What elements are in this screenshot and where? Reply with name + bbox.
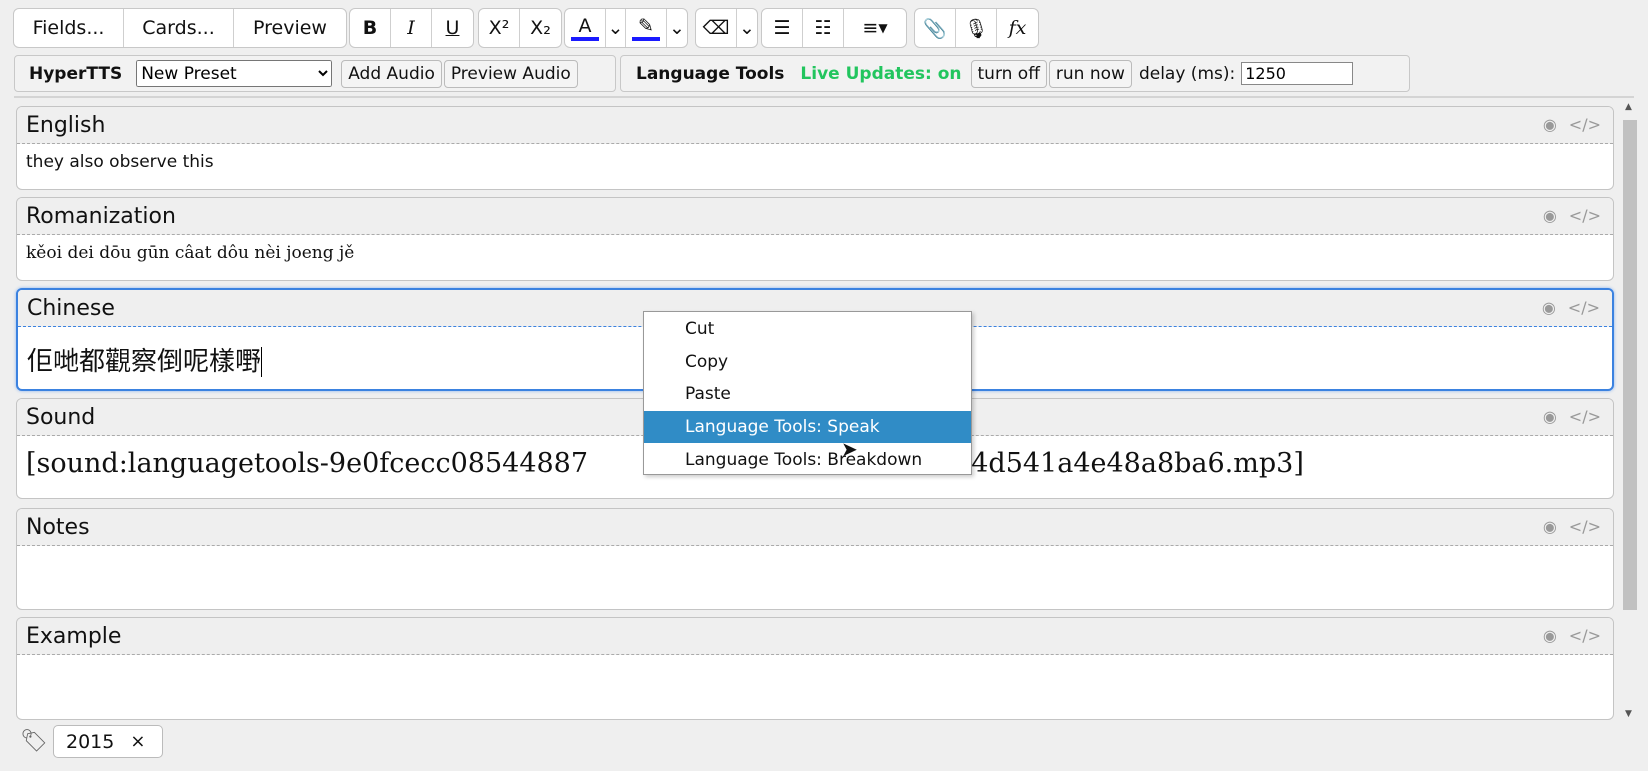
hypertts-bar: HyperTTS New Preset Add Audio Preview Au… bbox=[14, 55, 616, 92]
field-value[interactable]: kěoi dei dōu gūn câat dôu nèi joeng jě bbox=[17, 235, 1613, 271]
code-icon[interactable]: </> bbox=[1569, 206, 1601, 225]
live-updates-status: Live Updates: on bbox=[800, 63, 962, 84]
microphone-icon[interactable]: 🎙 bbox=[956, 9, 997, 47]
paperclip-icon[interactable]: 📎 bbox=[915, 9, 956, 47]
format-buttons: B I U bbox=[349, 8, 474, 48]
menu-item-language-tools-breakdown[interactable]: Language Tools: Breakdown bbox=[644, 443, 971, 476]
code-icon[interactable]: </> bbox=[1569, 517, 1601, 536]
chevron-down-icon[interactable]: ⌄ bbox=[737, 9, 757, 47]
scroll-down-icon[interactable]: ▼ bbox=[1625, 709, 1632, 719]
bullet-list-icon[interactable]: ☰ bbox=[762, 9, 803, 47]
language-tools-bar: Language Tools Live Updates: on turn off… bbox=[620, 55, 1410, 92]
eye-icon[interactable]: ◉ bbox=[1543, 626, 1557, 645]
scroll-up-icon[interactable]: ▲ bbox=[1625, 102, 1632, 112]
field-label: Romanization bbox=[26, 203, 176, 229]
field-notes[interactable]: Notes ◉ </> bbox=[16, 508, 1614, 610]
text-color-button[interactable]: A bbox=[565, 9, 606, 47]
menu-item-language-tools-speak[interactable]: Language Tools: Speak bbox=[644, 410, 971, 444]
eraser-group: ⌫ ⌄ bbox=[695, 8, 758, 48]
mouse-cursor-icon: ➤ bbox=[841, 437, 858, 461]
superscript-button[interactable]: X² bbox=[479, 9, 520, 47]
code-icon[interactable]: </> bbox=[1569, 626, 1601, 645]
tag-icon: 🏷 bbox=[20, 729, 48, 754]
menu-item-paste[interactable]: Paste bbox=[644, 378, 971, 411]
color-buttons: A ⌄ ✎ ⌄ bbox=[564, 8, 688, 48]
highlighter-icon: ✎ bbox=[638, 15, 654, 37]
eye-icon[interactable]: ◉ bbox=[1543, 517, 1557, 536]
editor-mode-buttons: Fields... Cards... Preview bbox=[13, 8, 347, 48]
subscript-button[interactable]: X₂ bbox=[520, 9, 561, 47]
field-value[interactable] bbox=[17, 546, 1613, 562]
chevron-down-icon[interactable]: ⌄ bbox=[667, 9, 687, 47]
preview-button[interactable]: Preview bbox=[234, 9, 346, 47]
underline-button[interactable]: U bbox=[432, 9, 473, 47]
tag-label: 2015 bbox=[66, 730, 115, 753]
field-label: Example bbox=[26, 623, 122, 649]
field-label: English bbox=[26, 112, 106, 138]
preview-audio-button[interactable]: Preview Audio bbox=[443, 59, 578, 88]
eye-icon[interactable]: ◉ bbox=[1542, 298, 1556, 317]
language-tools-label: Language Tools bbox=[636, 63, 785, 84]
field-example[interactable]: Example ◉ </> bbox=[16, 617, 1614, 720]
context-menu: Cut Copy Paste Language Tools: Speak Lan… bbox=[643, 311, 972, 475]
addon-toolbar: HyperTTS New Preset Add Audio Preview Au… bbox=[14, 55, 1410, 92]
highlight-color-button[interactable]: ✎ bbox=[626, 9, 667, 47]
tag-remove-icon[interactable]: × bbox=[130, 731, 145, 752]
divider bbox=[14, 96, 1634, 98]
eye-icon[interactable]: ◉ bbox=[1543, 206, 1557, 225]
align-icon: ≡ bbox=[862, 17, 879, 39]
bold-button[interactable]: B bbox=[350, 9, 391, 47]
field-label: Sound bbox=[26, 404, 96, 430]
text-color-icon: A bbox=[578, 15, 592, 37]
media-buttons: 📎 🎙 fx bbox=[914, 8, 1039, 48]
script-buttons: X² X₂ bbox=[478, 8, 562, 48]
code-icon[interactable]: </> bbox=[1568, 298, 1600, 317]
italic-button[interactable]: I bbox=[391, 9, 432, 47]
field-label: Notes bbox=[26, 514, 90, 540]
delay-label: delay (ms): bbox=[1138, 63, 1236, 84]
delay-input[interactable] bbox=[1241, 62, 1354, 85]
function-icon[interactable]: fx bbox=[997, 9, 1038, 47]
chevron-down-icon[interactable]: ⌄ bbox=[606, 9, 626, 47]
eraser-icon[interactable]: ⌫ bbox=[696, 9, 737, 47]
align-dropdown[interactable]: ≡ ▼ bbox=[844, 9, 906, 47]
cards-button[interactable]: Cards... bbox=[124, 9, 234, 47]
list-buttons: ☰ ☷ ≡ ▼ bbox=[761, 8, 907, 48]
turn-off-button[interactable]: turn off bbox=[970, 59, 1047, 88]
preset-select[interactable]: New Preset bbox=[136, 60, 333, 87]
code-icon[interactable]: </> bbox=[1569, 115, 1601, 134]
code-icon[interactable]: </> bbox=[1569, 407, 1601, 426]
field-label: Chinese bbox=[27, 295, 115, 321]
field-value[interactable]: they also observe this bbox=[17, 144, 1613, 180]
field-romanization[interactable]: Romanization ◉ </> kěoi dei dōu gūn câat d… bbox=[16, 197, 1614, 281]
field-value[interactable] bbox=[17, 655, 1613, 671]
menu-item-copy[interactable]: Copy bbox=[644, 346, 971, 379]
field-english[interactable]: English ◉ </> they also observe this bbox=[16, 106, 1614, 190]
numbered-list-icon[interactable]: ☷ bbox=[803, 9, 844, 47]
scrollbar-thumb[interactable] bbox=[1623, 120, 1637, 610]
add-audio-button[interactable]: Add Audio bbox=[341, 59, 442, 88]
eye-icon[interactable]: ◉ bbox=[1543, 407, 1557, 426]
menu-item-cut[interactable]: Cut bbox=[644, 313, 971, 346]
hypertts-label: HyperTTS bbox=[29, 63, 123, 84]
fields-button[interactable]: Fields... bbox=[14, 9, 124, 47]
eye-icon[interactable]: ◉ bbox=[1543, 115, 1557, 134]
scrollbar[interactable]: ▲ ▼ bbox=[1622, 102, 1638, 719]
run-now-button[interactable]: run now bbox=[1048, 59, 1132, 88]
tag-chip[interactable]: 2015 × bbox=[53, 725, 163, 758]
